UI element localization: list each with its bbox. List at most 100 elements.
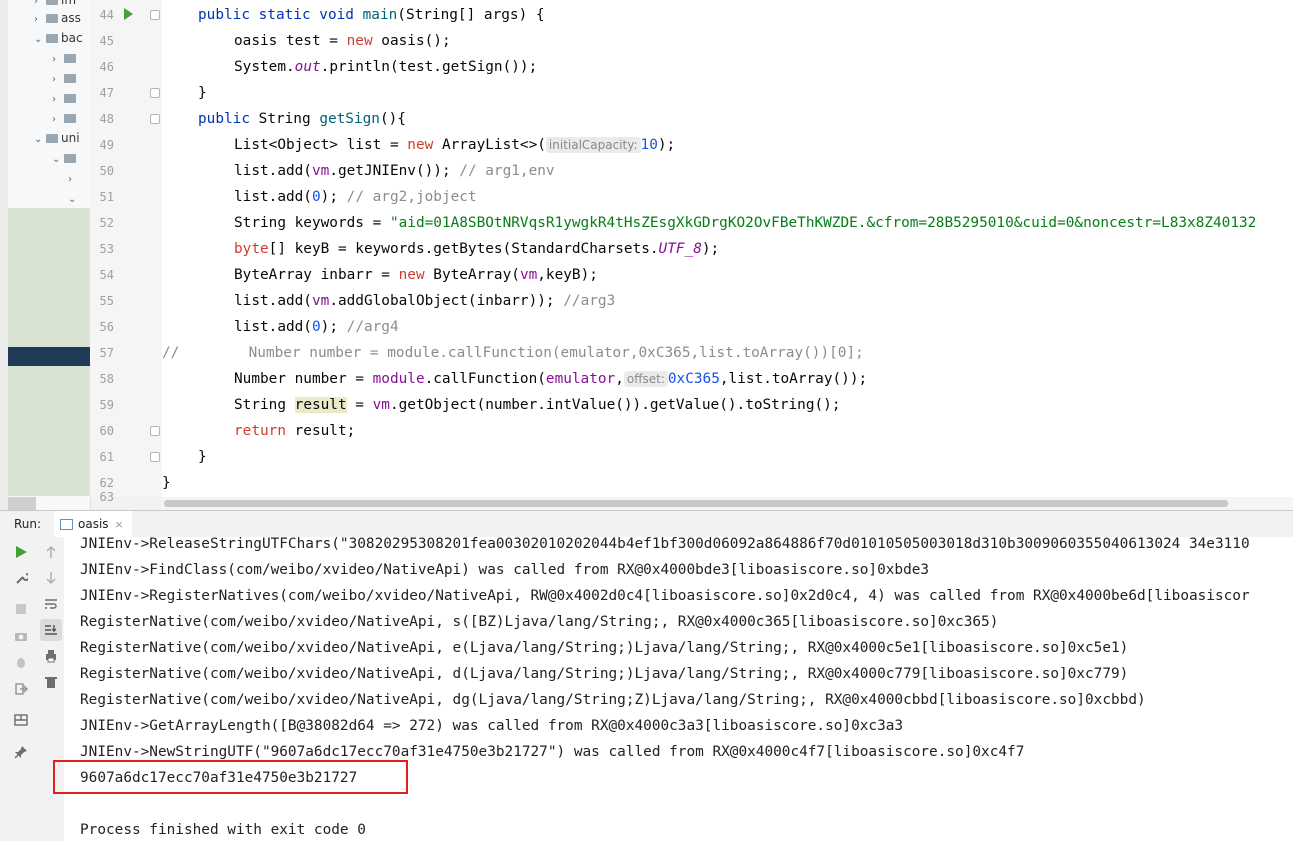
code-text: List<Object> list = [234,137,408,153]
line-number: 60 [99,424,114,438]
console-line: RegisterNative(com/weibo/xvideo/NativeAp… [80,666,1129,682]
method-name: getSign [319,111,380,127]
code-line-47: } [198,80,207,106]
keyword: new [398,267,425,283]
code-text: .println(test.getSign()); [320,59,538,75]
editor-horizontal-scrollbar[interactable] [162,497,1293,510]
soft-wrap-icon[interactable] [44,597,58,611]
variable: inbarr [320,267,373,283]
comment: //arg4 [346,319,399,335]
code-line-54: ByteArray inbarr = new ByteArray(vm,keyB… [234,262,598,288]
code-text: String keywords = [234,215,390,231]
parameter-hint: initialCapacity: [545,137,641,153]
stop-icon[interactable] [14,602,28,616]
camera-icon[interactable] [14,629,28,643]
line-number: 49 [99,138,114,152]
comment: // arg2,jobject [346,189,477,205]
pin-icon[interactable] [14,745,28,759]
line-number: 59 [99,398,114,412]
close-icon[interactable]: × [115,518,124,531]
tree-selected-row[interactable] [8,347,90,366]
tree-scrollbar[interactable] [8,497,36,510]
code-text: ByteArray [234,267,321,283]
code-text: .callFunction( [424,371,546,387]
parameter-hint: offset: [623,371,668,387]
comment: // Number number = module.callFunction(e… [162,345,864,361]
run-tab-label: oasis [78,517,109,531]
console-output[interactable]: JNIEnv->ReleaseStringUTFChars("308202953… [64,537,1293,841]
console-line: RegisterNative(com/weibo/xvideo/NativeAp… [80,640,1129,656]
code-line-49: List<Object> list = new ArrayList<>(init… [234,132,675,158]
keyword: new [407,137,434,153]
trash-icon[interactable] [44,675,58,689]
debug-icon[interactable] [14,655,28,669]
number-literal: 10 [640,137,658,153]
code-text: (){ [379,111,406,127]
folder-icon [64,94,76,103]
code-text: ArrayList<>( [433,137,546,153]
field: vm [372,397,390,413]
code-text: oasis(); [372,33,451,49]
line-number: 48 [99,112,114,126]
code-text: ,keyB); [537,267,598,283]
number-literal: 0 [311,189,321,205]
exit-icon[interactable] [14,682,28,696]
code-line-53: byte[] keyB = keywords.getBytes(Standard… [234,236,719,262]
method-name: main [362,7,398,23]
code-editor[interactable]: public static void main(String[] args) {… [162,0,1293,497]
scrollbar-thumb[interactable] [164,500,1228,507]
console-line: JNIEnv->FindClass(com/weibo/xvideo/Nativ… [80,562,930,578]
code-text: list.add( [234,163,312,179]
code-text: String [258,111,320,127]
field: module [372,371,425,387]
arrow-down-icon[interactable] [44,571,58,585]
console-line: RegisterNative(com/weibo/xvideo/NativeAp… [80,692,1146,708]
run-tab-oasis[interactable]: oasis × [54,511,132,540]
code-line-45: oasis test = new oasis(); [234,28,451,54]
string-literal: "aid=01A8SBOtNRVqsR1ywgkR4tHsZEsgXkGDrgK… [389,215,1257,231]
code-text: result; [285,423,356,439]
code-line-52: String keywords = "aid=01A8SBOtNRVqsR1yw… [234,210,1256,236]
line-number: 45 [99,34,114,48]
variable: result [294,397,347,413]
code-text: (String[] args) { [397,7,545,23]
line-number: 52 [99,216,114,230]
code-text: .addGlobalObject(inbarr)); [329,293,564,309]
line-number: 44 [99,8,114,22]
code-line-57: // Number number = module.callFunction(e… [162,340,864,366]
line-number: 63 [99,492,114,502]
rerun-icon[interactable] [14,545,28,559]
code-text: list.add( [234,319,312,335]
keyword: public [198,111,259,127]
static-field: UTF_8 [658,241,702,257]
folder-icon [64,154,76,163]
folder-icon [64,74,76,83]
code-line-51: list.add(0); // arg2,jobject [234,184,477,210]
result-highlight-box [53,760,408,794]
folder-icon [46,34,58,43]
comment: //arg3 [563,293,616,309]
fold-marker[interactable] [150,452,160,462]
arrow-up-icon[interactable] [44,545,58,559]
run-gutter-icon[interactable] [124,8,133,20]
print-icon[interactable] [44,649,58,663]
fold-marker[interactable] [150,10,160,20]
keyword: new [346,33,373,49]
code-text: list.add( [234,189,312,205]
code-line-56: list.add(0); //arg4 [234,314,399,340]
fold-marker[interactable] [150,426,160,436]
tree-item[interactable]: ⌄ [68,185,80,211]
scroll-to-end-icon[interactable] [44,623,58,637]
wrench-icon[interactable] [14,571,28,585]
line-number: 53 [99,242,114,256]
layout-icon[interactable] [14,713,28,727]
run-label: Run: [14,517,42,531]
code-text: String [234,397,295,413]
code-text: ByteArray( [424,267,520,283]
console-line: JNIEnv->GetArrayLength([B@38082d64 => 27… [80,718,904,734]
code-line-46: System.out.println(test.getSign()); [234,54,537,80]
console-line: Process finished with exit code 0 [80,822,366,838]
fold-marker[interactable] [150,114,160,124]
editor-gutter: 44 45 46 47 48 49 50 51 52 53 54 55 56 5… [90,0,162,502]
fold-marker[interactable] [150,88,160,98]
